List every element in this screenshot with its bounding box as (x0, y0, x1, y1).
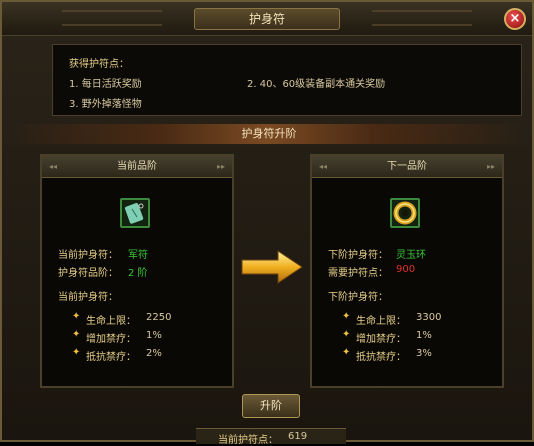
current-grade-panel: ◂◂ 当前品阶 ▸▸ 当前护身符： 军符 护身符品阶： 2 阶 当前护身符： ✦… (40, 154, 234, 388)
amulet-jade-ring-icon (393, 201, 417, 225)
star-icon: ✦ (72, 347, 81, 358)
arrow-left-icon: ◂◂ (48, 162, 58, 171)
current-grade-title: 当前品阶 (117, 161, 157, 172)
upgrade-button[interactable]: 升阶 (242, 394, 300, 418)
current-stat-value: 1% (146, 330, 162, 341)
info-header: 获得护符点： (69, 59, 129, 70)
arrow-right-icon: ▸▸ (486, 162, 496, 171)
next-stat-value: 3% (416, 348, 432, 359)
next-grade-panel: ◂◂ 下一品阶 ▸▸ 下阶护身符： 灵玉环 需要护符点： 900 下阶护身符： … (310, 154, 504, 388)
star-icon: ✦ (342, 311, 351, 322)
info-item-1: 1. 每日活跃奖励 (69, 79, 142, 90)
next-name-label: 下阶护身符： (328, 250, 388, 261)
next-need-label: 需要护符点： (328, 268, 388, 279)
next-name-value: 灵玉环 (396, 250, 426, 261)
next-stat-value: 1% (416, 330, 432, 341)
next-need-value: 900 (396, 264, 416, 275)
upgrade-arrow-icon (241, 250, 303, 284)
current-name-value: 军符 (128, 250, 148, 261)
next-stat-label: 增加禁疗： (356, 334, 406, 345)
arrow-right-icon: ▸▸ (216, 162, 226, 171)
current-stat-label: 增加禁疗： (86, 334, 136, 345)
current-stats-header: 当前护身符： (58, 292, 118, 303)
window-title: 护身符 (194, 8, 340, 30)
current-stat-value: 2250 (146, 312, 172, 323)
section-title: 护身符升阶 (241, 127, 297, 140)
current-points-label: 当前护符点： (218, 435, 278, 446)
title-ornament-left (62, 10, 162, 26)
current-points-value: 619 (288, 431, 308, 442)
star-icon: ✦ (342, 347, 351, 358)
current-amulet-slot[interactable] (120, 198, 150, 228)
current-grade-value: 2 阶 (128, 268, 148, 279)
next-stat-label: 生命上限： (356, 316, 406, 327)
star-icon: ✦ (72, 329, 81, 340)
current-stat-value: 2% (146, 348, 162, 359)
next-grade-title: 下一品阶 (387, 161, 427, 172)
title-ornament-right (372, 10, 472, 26)
amulet-window: 护身符 × 获得护符点： 1. 每日活跃奖励 2. 40、60级装备副本通关奖励… (0, 0, 534, 446)
points-source-info: 获得护符点： 1. 每日活跃奖励 2. 40、60级装备副本通关奖励 3. 野外… (52, 44, 522, 116)
info-item-2: 2. 40、60级装备副本通关奖励 (247, 79, 386, 90)
close-button[interactable]: × (504, 8, 526, 30)
next-stat-value: 3300 (416, 312, 442, 323)
arrow-left-icon: ◂◂ (318, 162, 328, 171)
current-grade-label: 护身符品阶： (58, 268, 118, 279)
amulet-jade-tablet-icon (124, 203, 144, 224)
next-stat-label: 抵抗禁疗： (356, 352, 406, 363)
next-stats-header: 下阶护身符： (328, 292, 388, 303)
current-name-label: 当前护身符： (58, 250, 118, 261)
close-icon: × (509, 11, 521, 26)
current-grade-header: ◂◂ 当前品阶 ▸▸ (42, 156, 232, 178)
current-stat-label: 抵抗禁疗： (86, 352, 136, 363)
next-grade-header: ◂◂ 下一品阶 ▸▸ (312, 156, 502, 178)
title-bar: 护身符 (2, 2, 532, 36)
star-icon: ✦ (72, 311, 81, 322)
current-stat-label: 生命上限： (86, 316, 136, 327)
star-icon: ✦ (342, 329, 351, 340)
next-amulet-slot[interactable] (390, 198, 420, 228)
info-item-3: 3. 野外掉落怪物 (69, 99, 142, 110)
